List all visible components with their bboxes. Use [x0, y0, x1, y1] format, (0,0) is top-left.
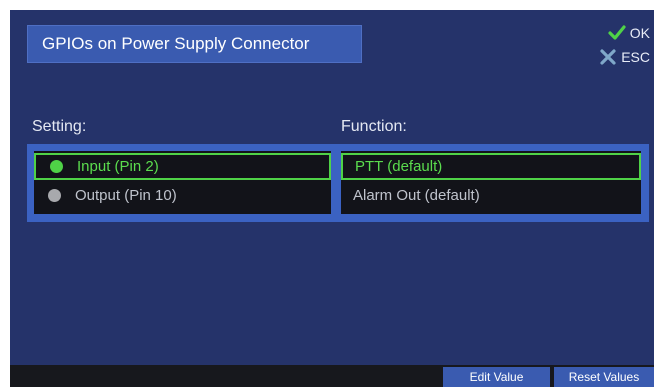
reset-values-button[interactable]: Reset Values [554, 367, 654, 387]
device-screen: GPIOs on Power Supply Connector OK ESC S… [10, 10, 654, 387]
esc-button[interactable]: ESC [599, 48, 650, 66]
ok-button[interactable]: OK [608, 24, 650, 42]
function-label: Alarm Out (default) [353, 187, 480, 204]
function-column-header: Function: [341, 118, 407, 135]
gpio-table: Input (Pin 2) Output (Pin 10) PTT (defau… [27, 144, 649, 222]
setting-row-output[interactable]: Output (Pin 10) [34, 182, 331, 209]
checkmark-icon [608, 25, 626, 40]
setting-column-header: Setting: [32, 118, 87, 135]
setting-label: Output (Pin 10) [75, 187, 177, 204]
function-row-ptt[interactable]: PTT (default) [341, 153, 641, 180]
setting-label: Input (Pin 2) [77, 158, 159, 175]
function-row-alarm[interactable]: Alarm Out (default) [341, 182, 641, 209]
ok-label: OK [629, 25, 650, 41]
function-column: PTT (default) Alarm Out (default) [341, 151, 641, 214]
gray-dot-icon [48, 189, 61, 202]
setting-column: Input (Pin 2) Output (Pin 10) [34, 151, 331, 214]
close-icon [600, 49, 616, 65]
page-title: GPIOs on Power Supply Connector [27, 25, 362, 63]
softkey-bar: Edit Value Reset Values [10, 365, 654, 387]
edit-value-button[interactable]: Edit Value [443, 367, 550, 387]
esc-label: ESC [621, 49, 650, 65]
function-label: PTT (default) [355, 158, 443, 175]
setting-row-input[interactable]: Input (Pin 2) [34, 153, 331, 180]
green-dot-icon [50, 160, 63, 173]
